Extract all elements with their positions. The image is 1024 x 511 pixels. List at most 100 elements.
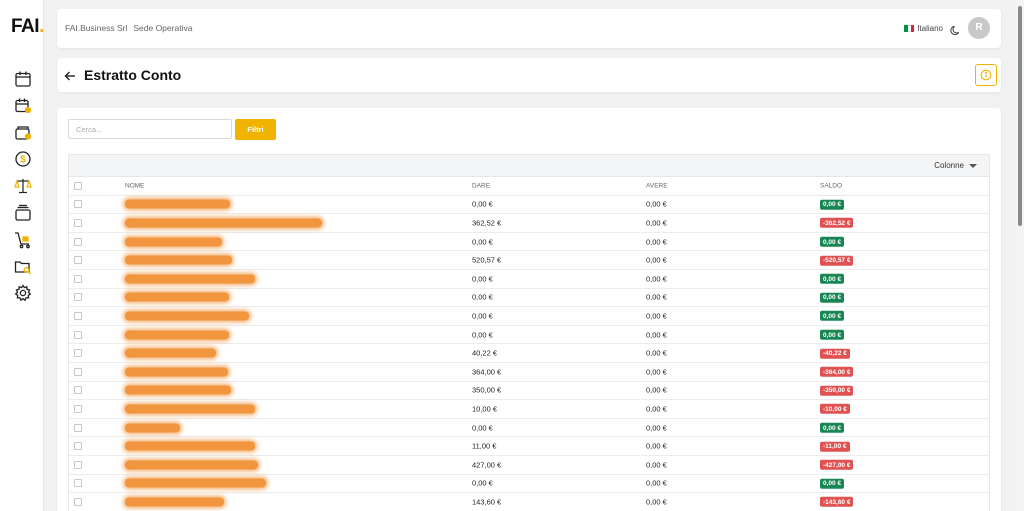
table-row[interactable]: 520,57 € 0,00 € -520,57 € — [69, 251, 989, 270]
table-row[interactable]: 0,00 € 0,00 € 0,00 € — [69, 233, 989, 252]
row-checkbox[interactable] — [74, 274, 82, 283]
info-button[interactable] — [975, 64, 997, 86]
row-dare: 0,00 € — [472, 199, 493, 209]
breadcrumb: FAI.Business Srl Sede Operativa — [65, 23, 192, 33]
row-name-redacted — [125, 423, 180, 433]
logo[interactable]: FAI. — [11, 16, 44, 38]
select-all-checkbox[interactable] — [74, 181, 82, 190]
saldo-badge: -364,00 € — [820, 366, 854, 377]
saldo-badge: 0,00 € — [820, 311, 845, 322]
saldo-badge: 0,00 € — [820, 274, 845, 285]
table-row[interactable]: 0,00 € 0,00 € 0,00 € — [69, 419, 989, 438]
row-checkbox[interactable] — [74, 479, 82, 488]
scrollbar-thumb[interactable] — [1018, 6, 1022, 226]
row-name-redacted — [125, 330, 229, 340]
row-checkbox[interactable] — [74, 497, 82, 506]
table-row[interactable]: 362,52 € 0,00 € -362,52 € — [69, 214, 989, 233]
company-name[interactable]: FAI.Business Srl — [65, 23, 127, 33]
row-name-redacted — [125, 460, 258, 470]
content-panel: Filtri Colonne NOME DARE AVERE SALDO 0,0… — [57, 108, 1001, 511]
table-row[interactable]: 350,00 € 0,00 € -350,00 € — [69, 382, 989, 401]
calendar-icon[interactable] — [14, 70, 32, 88]
table-row[interactable]: 0,00 € 0,00 € 0,00 € — [69, 326, 989, 345]
saldo-badge: -10,00 € — [820, 404, 850, 415]
row-checkbox[interactable] — [74, 386, 82, 395]
page-scrollbar[interactable] — [1016, 0, 1024, 511]
italy-flag-icon — [904, 25, 915, 32]
table-row[interactable]: 0,00 € 0,00 € 0,00 € — [69, 307, 989, 326]
location-name[interactable]: Sede Operativa — [133, 23, 192, 33]
row-avere: 0,00 € — [646, 292, 667, 302]
row-checkbox[interactable] — [74, 200, 82, 209]
row-checkbox[interactable] — [74, 218, 82, 227]
row-avere: 0,00 € — [646, 255, 667, 265]
saldo-badge: -427,00 € — [820, 459, 854, 470]
table-row[interactable]: 364,00 € 0,00 € -364,00 € — [69, 363, 989, 382]
row-checkbox[interactable] — [74, 311, 82, 320]
row-name-redacted — [125, 292, 229, 302]
header-dare[interactable]: DARE — [472, 182, 490, 189]
header-saldo[interactable]: SALDO — [820, 182, 842, 189]
columns-button[interactable]: Colonne — [934, 161, 977, 170]
row-dare: 0,00 € — [472, 311, 493, 321]
language-selector[interactable]: Italiano — [904, 24, 943, 33]
header-name[interactable]: NOME — [125, 182, 145, 189]
row-checkbox[interactable] — [74, 349, 82, 358]
layers-icon[interactable] — [14, 204, 32, 222]
header-avere[interactable]: AVERE — [646, 182, 668, 189]
table-row[interactable]: 0,00 € 0,00 € 0,00 € — [69, 270, 989, 289]
row-avere: 0,00 € — [646, 423, 667, 433]
row-avere: 0,00 € — [646, 460, 667, 470]
row-dare: 0,00 € — [472, 274, 493, 284]
row-checkbox[interactable] — [74, 404, 82, 413]
saldo-badge: -350,00 € — [820, 385, 854, 396]
row-checkbox[interactable] — [74, 293, 82, 302]
table-row[interactable]: 0,00 € 0,00 € 0,00 € — [69, 196, 989, 215]
row-checkbox[interactable] — [74, 330, 82, 339]
table-row[interactable]: 0,00 € 0,00 € 0,00 € — [69, 289, 989, 308]
row-saldo: -362,52 € — [820, 218, 854, 229]
saldo-badge: 0,00 € — [820, 236, 845, 247]
table-row[interactable]: 427,00 € 0,00 € -427,00 € — [69, 456, 989, 475]
table-row[interactable]: 40,22 € 0,00 € -40,22 € — [69, 344, 989, 363]
row-checkbox[interactable] — [74, 367, 82, 376]
wallet-icon[interactable] — [14, 124, 32, 142]
row-dare: 362,52 € — [472, 218, 502, 228]
row-checkbox[interactable] — [74, 256, 82, 265]
row-name-redacted — [125, 348, 216, 358]
cart-icon[interactable] — [14, 231, 32, 249]
folder-search-icon[interactable] — [14, 258, 32, 276]
row-avere: 0,00 € — [646, 367, 667, 377]
row-name-redacted — [125, 255, 232, 265]
row-dare: 520,57 € — [472, 255, 502, 265]
row-checkbox[interactable] — [74, 423, 82, 432]
saldo-badge: 0,00 € — [820, 292, 845, 303]
table-row[interactable]: 11,00 € 0,00 € -11,00 € — [69, 437, 989, 456]
table-row[interactable]: 10,00 € 0,00 € -10,00 € — [69, 400, 989, 419]
row-checkbox[interactable] — [74, 237, 82, 246]
dollar-circle-icon[interactable]: $ — [14, 150, 32, 168]
saldo-badge: -143,60 € — [820, 497, 854, 508]
gear-icon[interactable] — [14, 284, 32, 302]
scale-icon[interactable] — [14, 177, 32, 195]
calendar-user-icon[interactable] — [14, 97, 32, 115]
avatar[interactable]: R — [968, 17, 990, 39]
search-input[interactable] — [68, 119, 232, 139]
arrow-left-icon[interactable] — [64, 69, 76, 81]
row-saldo: -11,00 € — [820, 441, 850, 452]
filter-button[interactable]: Filtri — [235, 119, 276, 140]
row-saldo: 0,00 € — [820, 274, 845, 285]
row-checkbox[interactable] — [74, 460, 82, 469]
saldo-badge: -11,00 € — [820, 441, 850, 452]
row-checkbox[interactable] — [74, 442, 82, 451]
moon-icon[interactable] — [950, 23, 961, 36]
row-dare: 10,00 € — [472, 404, 498, 414]
row-name-redacted — [125, 385, 231, 395]
row-avere: 0,00 € — [646, 330, 667, 340]
row-dare: 11,00 € — [472, 441, 497, 451]
table-row[interactable]: 0,00 € 0,00 € 0,00 € — [69, 475, 989, 494]
row-avere: 0,00 € — [646, 311, 667, 321]
row-avere: 0,00 € — [646, 218, 667, 228]
table-row[interactable]: 143,60 € 0,00 € -143,60 € — [69, 493, 989, 511]
saldo-badge: -40,22 € — [820, 348, 850, 359]
